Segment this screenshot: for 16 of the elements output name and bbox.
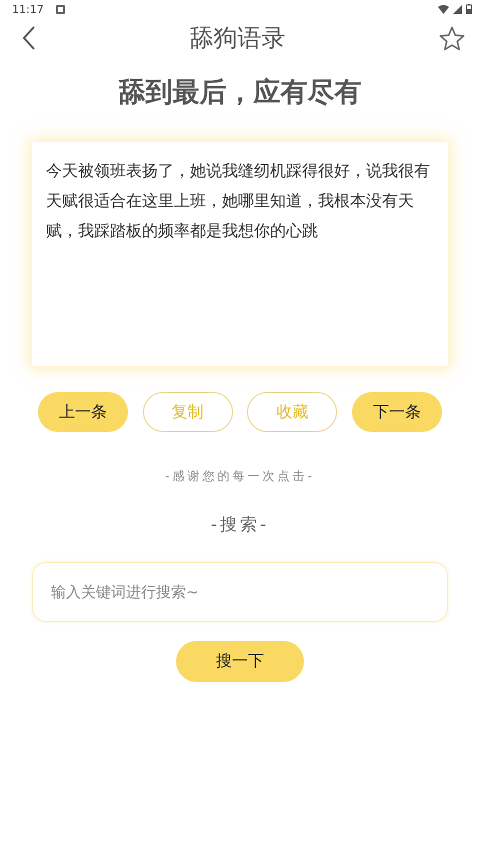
headline: 舔到最后，应有尽有 (118, 76, 362, 110)
action-button[interactable]: 上一条 (38, 392, 128, 432)
quote-text: 今天被领班表扬了，她说我缝纫机踩得很好，说我很有天赋很适合在这里上班，她哪里知道，我根本没有天赋，我踩踏板的频率都是我想你的心跳 (46, 160, 431, 242)
notification-icon (56, 4, 65, 14)
page-title: 舔狗语录 (190, 23, 286, 54)
search-field[interactable]: 输入关键词进行搜索~ (32, 562, 448, 622)
battery-icon (466, 4, 472, 14)
back-icon[interactable] (22, 26, 36, 50)
status-time: 11:17 (12, 2, 44, 16)
thanks-text: -感谢您的每一次点击- (164, 468, 316, 485)
search-title: -搜索- (210, 514, 270, 536)
star-icon[interactable] (439, 26, 465, 50)
wifi-icon (438, 4, 449, 14)
action-button[interactable]: 下一条 (352, 392, 442, 432)
signal-icon (453, 4, 462, 14)
search-button[interactable]: 搜一下 (176, 641, 304, 682)
